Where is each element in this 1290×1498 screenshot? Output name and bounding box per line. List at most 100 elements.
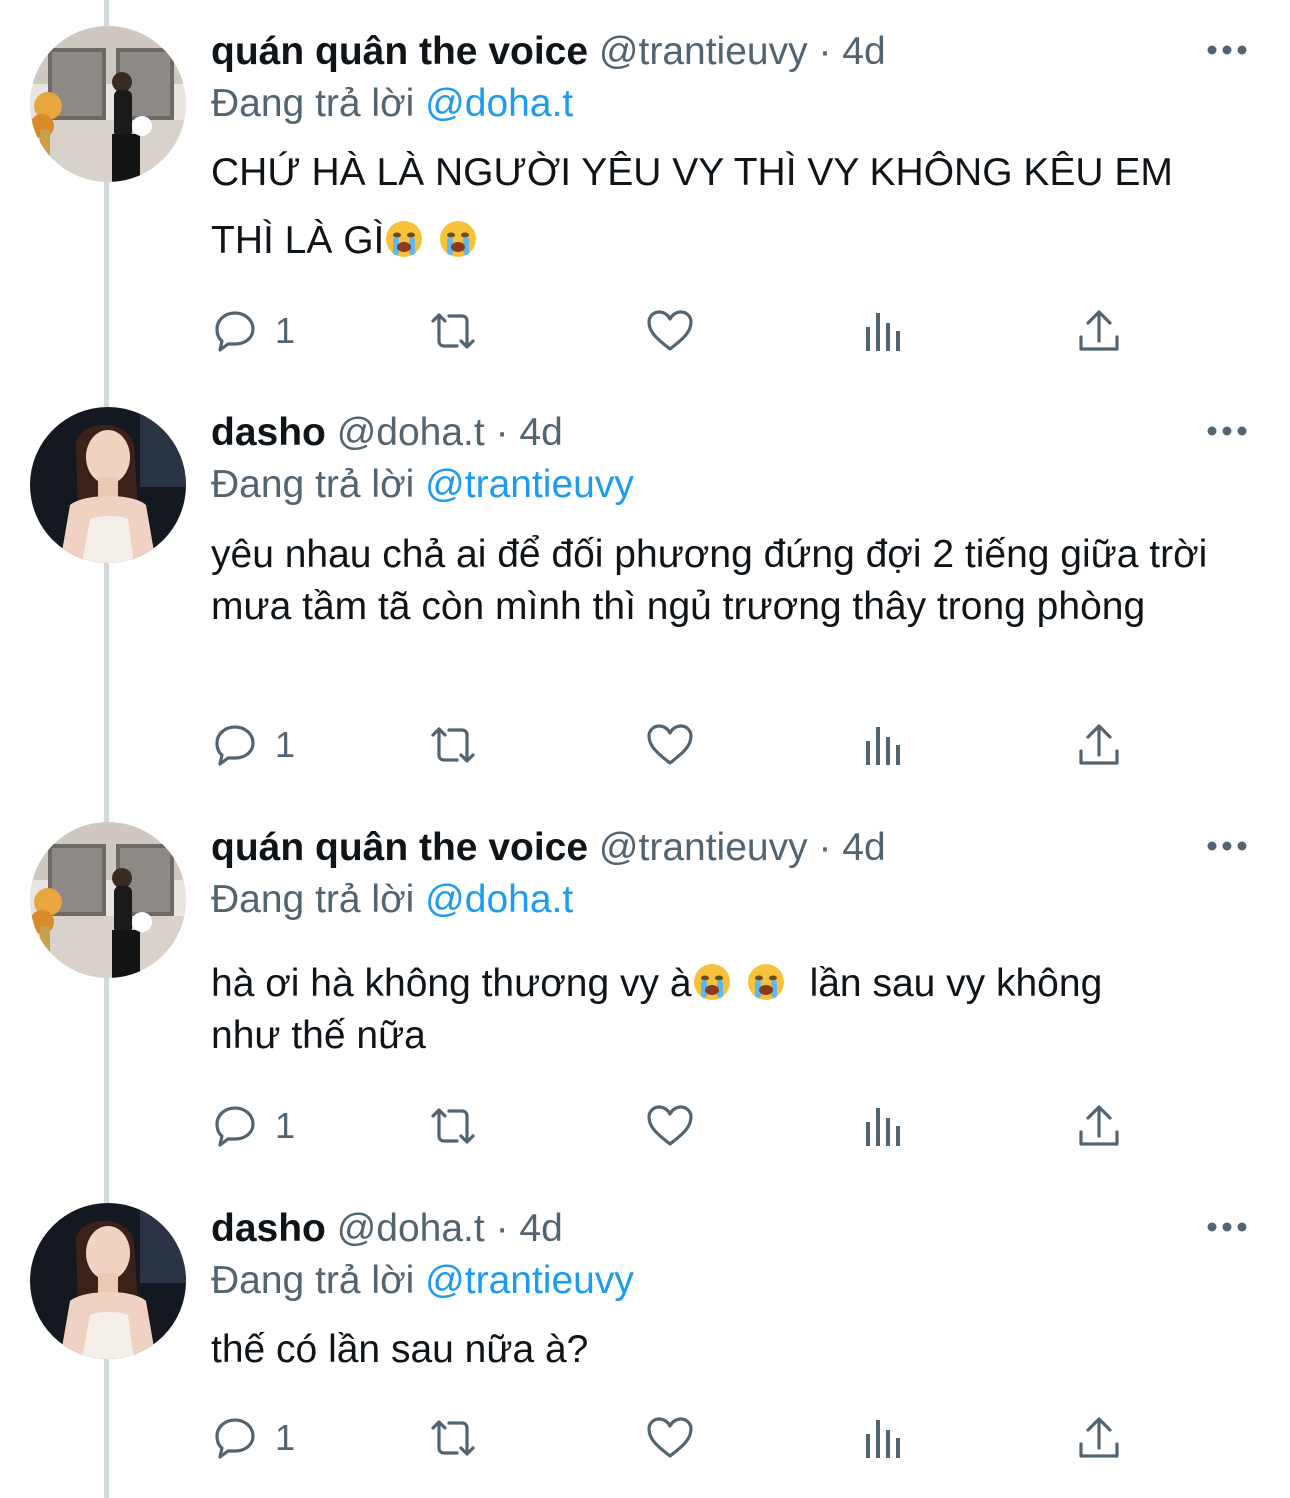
tweet-header: dasho @doha.t · 4d	[211, 405, 563, 461]
tweet-header: dasho @doha.t · 4d	[211, 1201, 563, 1257]
share-button[interactable]	[1077, 301, 1121, 361]
avatar[interactable]	[30, 822, 186, 978]
display-name[interactable]: dasho	[211, 1207, 326, 1250]
retweet-button[interactable]	[425, 1408, 481, 1468]
tweet-header: quán quân the voice @trantieuvy · 4d	[211, 820, 886, 876]
replying-to: Đang trả lời @doha.t	[211, 78, 573, 130]
share-button[interactable]	[1077, 1096, 1121, 1156]
tweet-text-span: lần sau vy không	[809, 962, 1103, 1005]
views-icon	[866, 1420, 900, 1458]
tweet-text-line: như thế nữa	[211, 1014, 426, 1057]
replying-to: Đang trả lời @trantieuvy	[211, 1255, 634, 1307]
retweet-icon	[431, 727, 475, 763]
replying-to-label: Đang trả lời	[211, 1259, 415, 1302]
reply-icon	[215, 1106, 255, 1147]
replying-to: Đang trả lời @doha.t	[211, 874, 573, 926]
heart-icon	[647, 1417, 693, 1458]
views-button[interactable]	[863, 715, 907, 775]
dot-separator: ·	[818, 826, 832, 869]
retweet-icon	[431, 313, 475, 349]
reply-button[interactable]: 1	[211, 715, 295, 775]
share-button[interactable]	[1077, 715, 1121, 775]
reply-count: 1	[275, 1417, 296, 1458]
handle[interactable]: @doha.t	[337, 1207, 485, 1250]
views-button[interactable]	[863, 1096, 907, 1156]
retweet-icon	[431, 1108, 475, 1144]
share-button[interactable]	[1077, 1408, 1121, 1468]
reply-button[interactable]: 1	[211, 1408, 295, 1468]
retweet-button[interactable]	[425, 301, 481, 361]
views-button[interactable]	[863, 1408, 907, 1468]
timestamp[interactable]: 4d	[519, 411, 562, 454]
timestamp[interactable]: 4d	[842, 826, 885, 869]
reply-count: 1	[275, 310, 296, 351]
timestamp[interactable]: 4d	[519, 1207, 562, 1250]
tweet-text-span: THÌ LÀ GÌ	[211, 219, 385, 262]
avatar[interactable]	[30, 1203, 186, 1359]
mention-link[interactable]: @doha.t	[425, 878, 573, 921]
loudly-crying-face-icon	[747, 964, 784, 1000]
tweet-text-line: THÌ LÀ GÌ	[211, 207, 1251, 275]
loudly-crying-face-icon	[440, 221, 477, 257]
more-icon[interactable]	[1205, 40, 1249, 60]
retweet-button[interactable]	[425, 715, 481, 775]
like-button[interactable]	[645, 715, 695, 775]
more-icon[interactable]	[1205, 836, 1249, 856]
avatar[interactable]	[30, 26, 186, 182]
replying-to-label: Đang trả lời	[211, 878, 415, 921]
views-icon	[866, 1108, 900, 1146]
like-button[interactable]	[645, 1096, 695, 1156]
like-button[interactable]	[645, 301, 695, 361]
display-name[interactable]: dasho	[211, 411, 326, 454]
dot-separator: ·	[495, 1207, 509, 1250]
tweet-text-span: hà ơi hà không thương vy à	[211, 962, 692, 1005]
timestamp[interactable]: 4d	[842, 30, 885, 73]
dot-separator: ·	[818, 30, 832, 73]
replying-to: Đang trả lời @trantieuvy	[211, 459, 634, 511]
tweet-actions: 1	[211, 715, 1141, 775]
heart-icon	[647, 310, 693, 351]
loudly-crying-face-icon	[693, 964, 730, 1000]
avatar[interactable]	[30, 407, 186, 563]
reply-icon	[215, 1418, 255, 1459]
more-icon[interactable]	[1205, 421, 1249, 441]
tweet-text-line: hà ơi hà không thương vy à lần sau vy khô…	[211, 958, 1251, 1010]
views-button[interactable]	[863, 301, 907, 361]
mention-link[interactable]: @doha.t	[425, 82, 573, 125]
heart-icon	[647, 724, 693, 765]
like-button[interactable]	[645, 1408, 695, 1468]
tweet-text-line: CHỨ HÀ LÀ NGƯỜI YÊU VY THÌ VY KHÔNG KÊU …	[211, 151, 1173, 194]
reply-button[interactable]: 1	[211, 1096, 295, 1156]
tweet-text: CHỨ HÀ LÀ NGƯỜI YÊU VY THÌ VY KHÔNG KÊU …	[211, 139, 1251, 275]
reply-button[interactable]: 1	[211, 301, 295, 361]
handle[interactable]: @trantieuvy	[599, 826, 808, 869]
loudly-crying-face-icon	[386, 221, 423, 257]
retweet-button[interactable]	[425, 1096, 481, 1156]
heart-icon	[647, 1105, 693, 1146]
replying-to-label: Đang trả lời	[211, 463, 415, 506]
views-icon	[866, 313, 900, 351]
tweet-text: thế có lần sau nữa à?	[211, 1328, 589, 1371]
share-icon	[1079, 1105, 1119, 1146]
mention-link[interactable]: @trantieuvy	[425, 1259, 634, 1302]
display-name[interactable]: quán quân the voice	[211, 826, 588, 869]
reply-icon	[215, 311, 255, 352]
reply-count: 1	[275, 724, 296, 765]
tweet-text: yêu nhau chả ai để đối phương đứng đợi 2…	[211, 533, 1208, 628]
tweet-actions: 1	[211, 1096, 1141, 1156]
reply-icon	[215, 725, 255, 766]
more-icon[interactable]	[1205, 1217, 1249, 1237]
share-icon	[1079, 1417, 1119, 1458]
tweet-text: hà ơi hà không thương vy à lần sau vy khô…	[211, 958, 1251, 1062]
tweet-header: quán quân the voice @trantieuvy · 4d	[211, 24, 886, 80]
reply-count: 1	[275, 1105, 296, 1146]
retweet-icon	[431, 1420, 475, 1456]
views-icon	[866, 727, 900, 765]
display-name[interactable]: quán quân the voice	[211, 30, 588, 73]
handle[interactable]: @doha.t	[337, 411, 485, 454]
mention-link[interactable]: @trantieuvy	[425, 463, 634, 506]
share-icon	[1079, 724, 1119, 765]
dot-separator: ·	[495, 411, 509, 454]
tweet-actions: 1	[211, 301, 1141, 361]
handle[interactable]: @trantieuvy	[599, 30, 808, 73]
